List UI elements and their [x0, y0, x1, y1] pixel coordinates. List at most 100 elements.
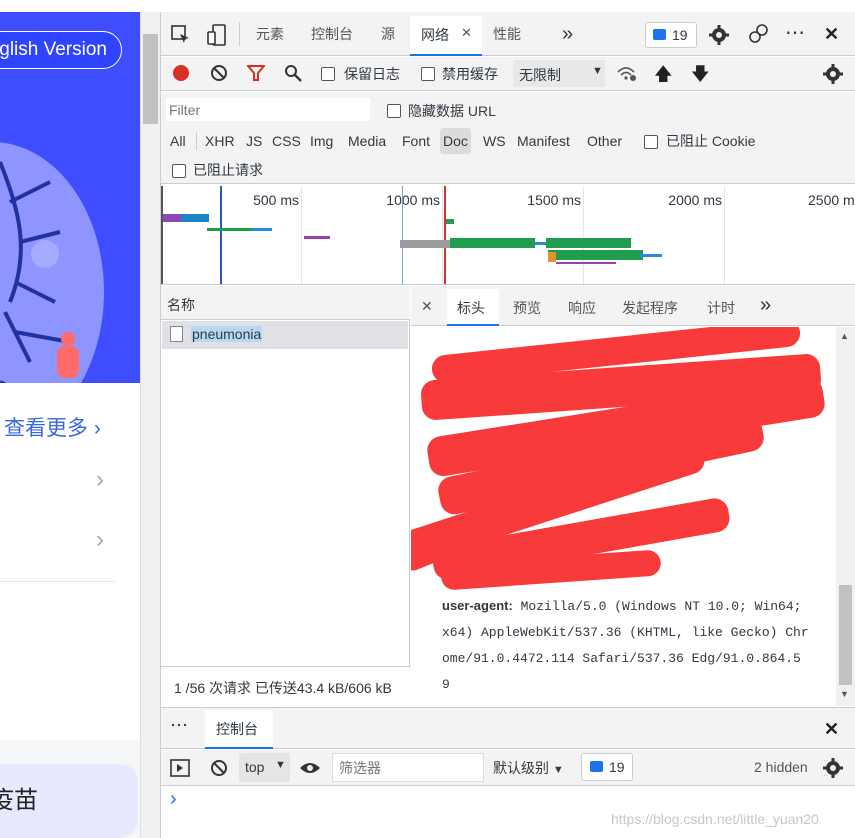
english-version-button[interactable]: glish Version	[0, 31, 122, 69]
log-level-select[interactable]: 默认级别 ▼	[493, 758, 564, 778]
tab-network-active[interactable]: 网络 ✕	[410, 16, 482, 56]
chevron-right-icon: ›	[88, 417, 101, 440]
drawer-menu-icon[interactable]: ⋯	[170, 715, 188, 736]
network-settings-gear-icon[interactable]	[822, 63, 844, 85]
timeline-gridline	[724, 186, 725, 284]
preserve-log-checkbox[interactable]	[321, 65, 335, 82]
timeline-gridline	[301, 186, 302, 284]
filter-input[interactable]	[166, 98, 370, 121]
detail-tab-preview[interactable]: 预览	[513, 298, 541, 318]
more-options-icon[interactable]: ⋯	[785, 20, 805, 45]
close-devtools-icon[interactable]: ✕	[824, 24, 839, 45]
tab-close-icon[interactable]: ✕	[461, 25, 472, 41]
filter-type-manifest[interactable]: Manifest	[514, 128, 573, 154]
headers-content: user-agent: Mozilla/5.0 (Windows NT 10.0…	[411, 327, 836, 706]
console-issues-count: 19	[609, 759, 625, 775]
console-filter-input[interactable]	[332, 753, 484, 782]
vaccine-card[interactable]: 疫苗	[0, 764, 138, 838]
settings-gear-icon[interactable]	[708, 24, 730, 46]
filter-separator	[196, 132, 197, 150]
header-key: user-agent:	[442, 598, 513, 613]
waterfall-bar	[207, 228, 252, 231]
domcontentloaded-line	[220, 186, 222, 284]
search-icon[interactable]	[283, 63, 303, 83]
context-select[interactable]: top ▼	[239, 753, 290, 782]
detail-more-tabs[interactable]: »	[760, 294, 771, 317]
chevron-right-icon[interactable]: ›	[96, 466, 104, 494]
log-level-value: 默认级别	[493, 760, 549, 776]
scroll-down-arrow-icon[interactable]: ▼	[840, 689, 849, 699]
request-row[interactable]: pneumonia	[162, 321, 408, 349]
filter-type-font[interactable]: Font	[399, 128, 433, 154]
tab-performance[interactable]: 性能	[493, 16, 521, 52]
export-har-icon[interactable]: 🡇	[691, 62, 710, 92]
page-scrollbar-thumb[interactable]	[143, 34, 158, 124]
dropdown-arrow-icon: ▼	[275, 759, 286, 771]
filter-type-ws[interactable]: WS	[480, 128, 509, 154]
tab-sources[interactable]: 源	[381, 16, 395, 52]
drawer-tab-console[interactable]: 控制台	[205, 710, 273, 749]
blocked-requests-checkbox[interactable]	[172, 162, 186, 179]
request-name: pneumonia	[191, 326, 263, 342]
tab-elements[interactable]: 元素	[256, 16, 284, 52]
header-value-line: 9	[442, 677, 450, 692]
tab-console[interactable]: 控制台	[311, 16, 353, 52]
filter-type-other[interactable]: Other	[584, 128, 625, 154]
filter-type-js[interactable]: JS	[243, 128, 265, 154]
device-toolbar-icon[interactable]	[206, 24, 228, 46]
filter-type-all[interactable]: All	[167, 128, 189, 154]
show-sidebar-icon[interactable]	[170, 758, 190, 778]
waterfall-bar	[548, 250, 643, 260]
filter-type-css[interactable]: CSS	[269, 128, 304, 154]
lung-illustration	[0, 142, 104, 383]
clear-console-icon[interactable]	[209, 758, 229, 778]
disable-cache-checkbox[interactable]	[421, 65, 435, 82]
import-har-icon[interactable]: 🡅	[654, 62, 673, 92]
network-conditions-icon[interactable]	[616, 63, 638, 83]
view-more-link[interactable]: 查看更多 ›	[4, 412, 101, 442]
waterfall-bar	[163, 214, 181, 222]
console-issues-badge[interactable]: 19	[581, 753, 633, 781]
detail-tab-response[interactable]: 响应	[568, 298, 596, 318]
detail-tab-timing[interactable]: 计时	[707, 298, 735, 318]
timeline-tick-label: 1000 ms	[386, 192, 440, 208]
header-user-agent: user-agent: Mozilla/5.0 (Windows NT 10.0…	[442, 593, 836, 698]
close-detail-icon[interactable]: ✕	[421, 298, 433, 315]
console-prompt-icon[interactable]: ›	[170, 788, 177, 811]
more-tabs-button[interactable]: »	[562, 16, 573, 52]
throttle-select[interactable]: 无限制 ▼	[513, 60, 605, 87]
detail-tab-headers[interactable]: 标头	[447, 289, 499, 326]
timeline-tick-label: 2500 m	[808, 192, 855, 208]
filter-type-doc[interactable]: Doc	[440, 128, 471, 154]
message-icon	[590, 761, 603, 772]
disable-cache-label: 禁用缓存	[442, 66, 498, 82]
toolbar-separator	[239, 22, 240, 46]
issues-badge[interactable]: 19	[645, 22, 697, 48]
timeline-selection-handle[interactable]	[161, 186, 163, 284]
clear-icon[interactable]	[209, 63, 229, 83]
feedback-icon[interactable]	[746, 22, 770, 46]
hidden-messages-count: 2 hidden	[754, 759, 808, 775]
header-value-line: ome/91.0.4472.114 Safari/537.36 Edg/91.0…	[442, 651, 801, 666]
filter-type-media[interactable]: Media	[345, 128, 389, 154]
timeline-gridline	[442, 186, 443, 284]
chevron-right-icon[interactable]: ›	[96, 526, 104, 554]
blocked-cookies-checkbox[interactable]	[644, 133, 658, 150]
request-list-header[interactable]: 名称	[161, 286, 410, 320]
throttle-value: 无限制	[519, 67, 561, 83]
header-value-line: x64) AppleWebKit/537.36 (KHTML, like Gec…	[442, 625, 809, 640]
record-button-icon[interactable]	[173, 65, 189, 81]
console-settings-gear-icon[interactable]	[822, 757, 844, 779]
live-expression-eye-icon[interactable]	[299, 758, 321, 778]
filter-type-xhr[interactable]: XHR	[202, 128, 238, 154]
inspect-element-icon[interactable]	[170, 24, 192, 46]
filter-funnel-icon[interactable]	[246, 63, 266, 83]
filter-type-img[interactable]: Img	[307, 128, 336, 154]
close-drawer-icon[interactable]: ✕	[824, 719, 839, 740]
detail-tab-initiator[interactable]: 发起程序	[622, 298, 678, 318]
page-scrollbar[interactable]	[140, 12, 160, 838]
hide-data-url-checkbox[interactable]	[387, 102, 401, 119]
detail-scrollbar-thumb[interactable]	[839, 585, 852, 685]
detail-scrollbar[interactable]: ▲ ▼	[836, 327, 855, 706]
scroll-up-arrow-icon[interactable]: ▲	[840, 331, 849, 341]
